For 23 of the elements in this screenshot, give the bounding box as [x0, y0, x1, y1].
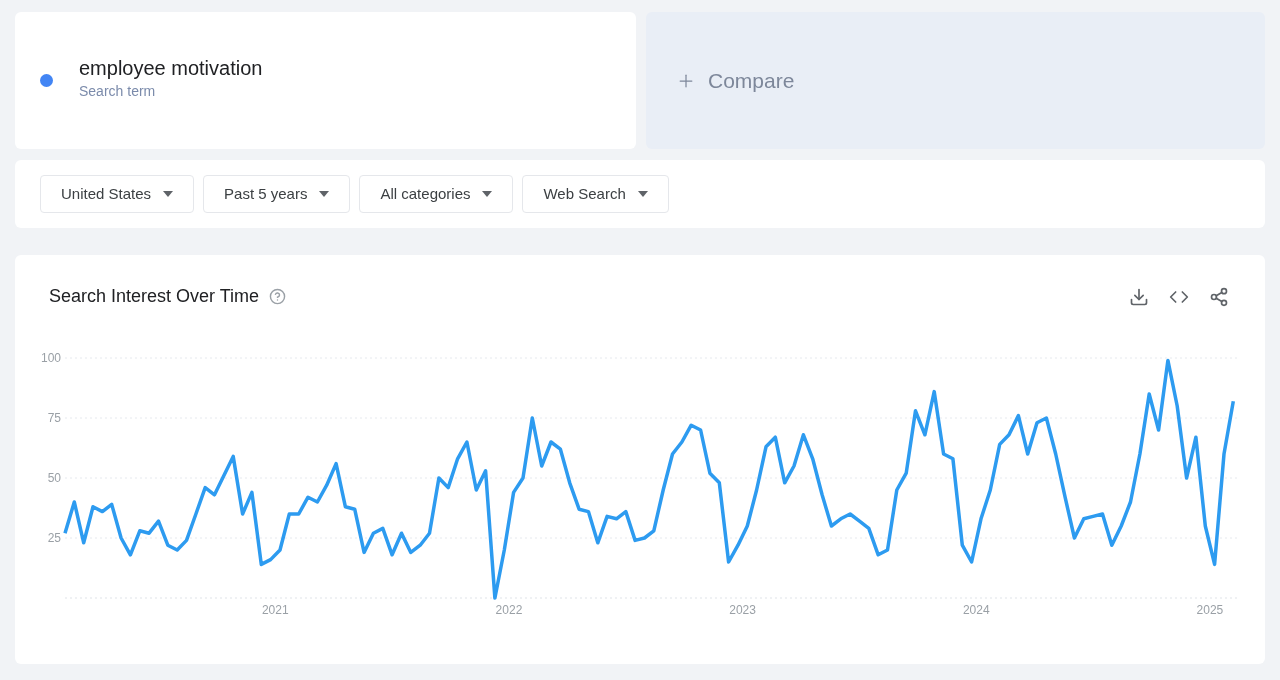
- filter-dropdown[interactable]: Web Search: [522, 175, 669, 213]
- x-axis-label: 2024: [962, 603, 990, 617]
- x-axis-label: 2022: [495, 603, 523, 617]
- filter-dropdown[interactable]: Past 5 years: [203, 175, 351, 213]
- filter-dropdown[interactable]: All categories: [359, 175, 514, 213]
- filter-dropdown[interactable]: United States: [40, 175, 195, 213]
- y-axis-label: 100: [40, 351, 61, 365]
- chart-title: Search Interest Over Time: [49, 285, 260, 308]
- y-axis-label: 75: [47, 411, 61, 425]
- y-axis-label: 25: [47, 531, 61, 545]
- y-axis-label: 50: [47, 471, 61, 485]
- x-axis-label: 2021: [261, 603, 289, 617]
- search-term-subtitle: Search term: [79, 82, 157, 101]
- dropdown-caret-icon: [163, 191, 174, 197]
- search-term: employee motivation: [79, 56, 263, 81]
- share-icon[interactable]: [1209, 286, 1229, 307]
- dropdown-caret-icon: [637, 191, 648, 197]
- download-icon[interactable]: [1129, 286, 1149, 307]
- help-icon[interactable]: [269, 288, 287, 305]
- x-axis-label: 2023: [729, 603, 756, 617]
- dropdown-caret-icon: [319, 191, 330, 197]
- x-axis-label: 2025: [1196, 603, 1224, 617]
- dropdown-caret-icon: [482, 191, 493, 197]
